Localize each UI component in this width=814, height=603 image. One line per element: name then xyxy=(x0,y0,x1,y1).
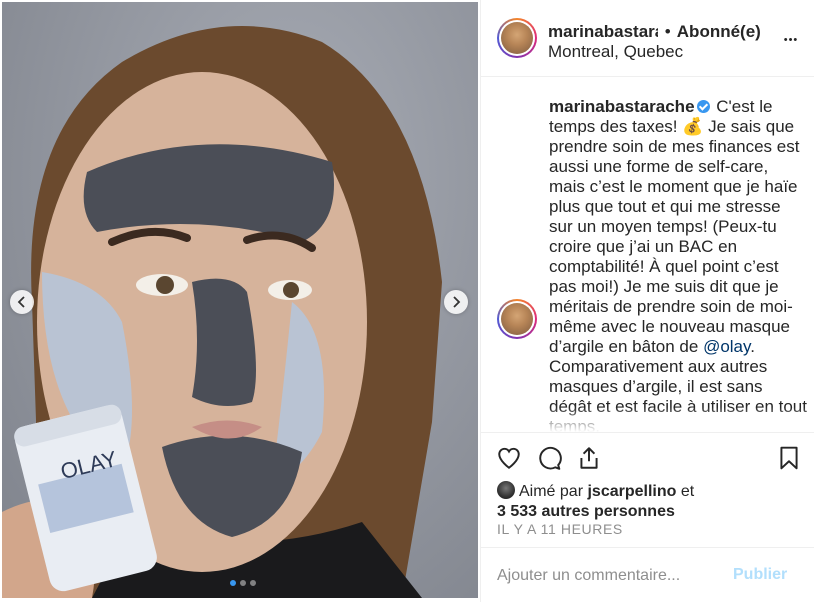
chevron-right-icon xyxy=(453,296,461,308)
likes-middle: et xyxy=(676,483,695,500)
carousel-indicator xyxy=(230,580,256,586)
comment-button[interactable] xyxy=(536,445,564,473)
carousel-dot xyxy=(230,580,236,586)
comment-input[interactable] xyxy=(497,565,727,587)
post-timestamp[interactable]: IL Y A 11 HEURES xyxy=(497,521,623,537)
share-button[interactable] xyxy=(576,445,604,473)
post-caption: marinabastarache C'est le temps des taxe… xyxy=(549,97,807,432)
follow-status-button[interactable]: Abonné(e) xyxy=(677,22,761,41)
publish-button[interactable]: Publier xyxy=(733,566,787,584)
more-options-button[interactable]: ••• xyxy=(779,30,803,50)
caption-mention-link[interactable]: @olay xyxy=(703,337,750,356)
comment-bubble-icon xyxy=(539,446,562,470)
caption-author-avatar[interactable] xyxy=(497,299,537,339)
post-media[interactable]: OLAY xyxy=(2,2,478,598)
more-icon: ••• xyxy=(783,34,799,46)
save-button[interactable] xyxy=(776,445,804,473)
caption-fade xyxy=(481,407,814,432)
carousel-next-button[interactable] xyxy=(444,290,468,314)
author-avatar[interactable] xyxy=(497,18,537,58)
likes-summary[interactable]: Aimé par jscarpellino et 3 533 autres pe… xyxy=(497,481,694,522)
caption-text: C'est le temps des taxes! 💰 Je sais que … xyxy=(549,97,800,356)
carousel-prev-button[interactable] xyxy=(10,290,34,314)
post-header: marinabastarache • Abonné(e) Montreal, Q… xyxy=(481,0,814,77)
separator-dot: • xyxy=(664,22,671,41)
likes-others[interactable]: 3 533 autres personnes xyxy=(497,503,675,520)
chevron-left-icon xyxy=(17,296,25,308)
post-photo: OLAY xyxy=(2,26,442,598)
add-comment-bar: Publier xyxy=(481,547,814,603)
comments-section[interactable]: marinabastarache C'est le temps des taxe… xyxy=(481,77,814,432)
like-button[interactable] xyxy=(496,445,524,473)
liker-avatar xyxy=(497,481,515,499)
post-sidebar: marinabastarache • Abonné(e) Montreal, Q… xyxy=(480,0,814,602)
action-bar: Aimé par jscarpellino et 3 533 autres pe… xyxy=(481,432,814,548)
share-icon xyxy=(580,447,598,469)
caption-username[interactable]: marinabastarache xyxy=(549,97,695,116)
liker-username[interactable]: jscarpellino xyxy=(587,483,676,500)
post-location[interactable]: Montreal, Quebec xyxy=(548,42,773,62)
bookmark-icon xyxy=(780,446,798,470)
verified-badge-icon xyxy=(696,100,710,113)
instagram-post: OLAY marinabastarache • Abonné(e) xyxy=(0,0,814,602)
carousel-dot xyxy=(240,580,246,586)
likes-prefix: Aimé par xyxy=(519,483,588,500)
heart-icon xyxy=(498,447,520,469)
author-username[interactable]: marinabastarache xyxy=(548,22,658,42)
carousel-dot xyxy=(250,580,256,586)
